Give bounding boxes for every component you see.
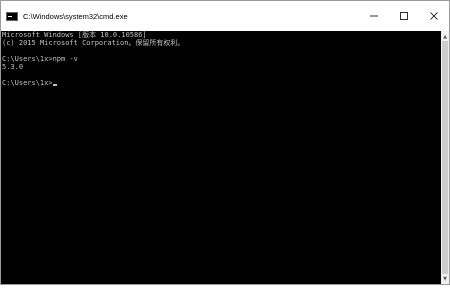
console-line: (c) 2015 Microsoft Corporation。保留所有权利。 — [2, 39, 185, 47]
close-button[interactable] — [419, 1, 449, 31]
scroll-up-arrow-icon: ▲ — [443, 33, 447, 40]
cmd-window: C:\Windows\system32\cmd.exe Microsoft Wi… — [0, 0, 450, 285]
close-icon — [430, 12, 438, 20]
text-cursor — [52, 84, 57, 86]
minimize-icon — [370, 15, 378, 17]
scroll-up-button[interactable]: ▲ — [441, 32, 449, 41]
console-line: Microsoft Windows [版本 10.0.10586] — [2, 31, 147, 39]
console-line: C:\Users\1x>npm -v — [2, 55, 78, 63]
maximize-icon — [400, 12, 408, 20]
console-line: 5.3.0 — [2, 63, 24, 71]
scrollbar-thumb[interactable] — [442, 41, 448, 274]
scroll-down-arrow-icon: ▼ — [443, 275, 447, 282]
maximize-button[interactable] — [389, 1, 419, 31]
vertical-scrollbar[interactable]: ▲ ▼ — [441, 31, 449, 284]
scroll-down-button[interactable]: ▼ — [441, 274, 449, 283]
console-output[interactable]: Microsoft Windows [版本 10.0.10586] (c) 20… — [1, 31, 441, 284]
window-title: C:\Windows\system32\cmd.exe — [23, 11, 128, 21]
command-prompt-line[interactable]: C:\Users\1x> — [2, 79, 441, 87]
window-controls — [359, 1, 449, 31]
prompt-text: C:\Users\1x> — [2, 79, 53, 87]
minimize-button[interactable] — [359, 1, 389, 31]
cmd-app-icon[interactable] — [6, 11, 18, 21]
title-bar[interactable]: C:\Windows\system32\cmd.exe — [1, 1, 449, 31]
